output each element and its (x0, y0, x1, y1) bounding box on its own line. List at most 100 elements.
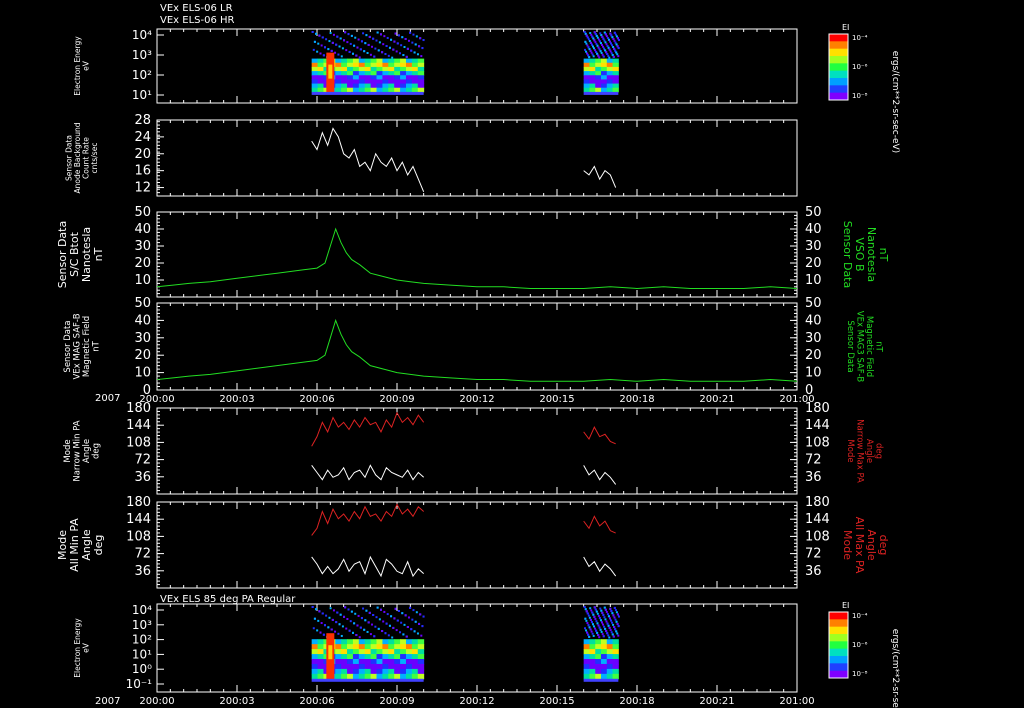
colorbar-0-label: EI (842, 23, 849, 32)
panel-3-x-tick-label: 200:18 (619, 394, 654, 405)
panel-6-x-tick-label: 200:09 (379, 696, 414, 707)
panel-0-heatmap-cell (606, 87, 614, 93)
panel-6-heatmap-cell (364, 654, 372, 660)
panel-4-right-label: Mode (845, 439, 855, 462)
panel-6-heatmap-cell (615, 630, 618, 633)
panel-0-heatmap-cell (586, 36, 589, 39)
colorbar-1-swatch (829, 663, 848, 672)
panel-6-heatmap-cell (613, 626, 616, 629)
panel-0-heatmap-cell (335, 87, 342, 93)
panel-6-heatmap-cell (370, 654, 378, 660)
panel-6-heatmap-cell (376, 654, 383, 660)
panel-3-y-tick-label: 20 (134, 348, 151, 363)
panel-0-heatmap-cell (608, 56, 611, 59)
panel-0-heatmap-cell (311, 79, 319, 85)
panel-0-heatmap-cell (352, 83, 360, 89)
panel-0-heatmap-cell (608, 40, 611, 43)
panel-0-heatmap-cell (606, 79, 614, 85)
panel-6-heatmap-cell (604, 608, 607, 611)
panel-0-heatmap-cell (611, 36, 614, 39)
panel-6-heatmap-cell (335, 668, 342, 675)
panel-6-heatmap-cell (595, 644, 602, 650)
panel-6-heatmap-cell (592, 634, 595, 637)
panel-6-heatmap-cell (388, 673, 395, 680)
panel-6-x-tick-label: 200:21 (699, 696, 734, 707)
panel-6-heatmap-cell (336, 611, 339, 614)
panel-6-heatmap-cell (612, 639, 619, 645)
panel-6-heatmap-cell (421, 625, 424, 628)
panel-0-heatmap-cell (319, 52, 322, 55)
panel-6-heatmap-cell (583, 644, 590, 650)
panel-6-heatmap-cell (589, 644, 596, 650)
panel-6-heatmap-cell (594, 618, 597, 621)
panel-6-heatmap-cell (400, 644, 407, 650)
panel-0-heatmap-cell (606, 83, 614, 89)
title-top-line1: VEx ELS-06 LR (160, 3, 233, 14)
panel-3-right-label: Magnetic Field (864, 316, 874, 377)
panel-6-heatmap-cell (382, 659, 389, 665)
panel-6-heatmap-cell (364, 663, 372, 670)
panel-0-heatmap-cell (605, 43, 608, 46)
panel-6-heatmap-cell (614, 609, 617, 612)
panel-6-heatmap-cell (347, 654, 354, 660)
panel-6-heatmap-cell (402, 633, 405, 636)
panel-6-heatmap-cell (317, 649, 324, 655)
panel-0-heatmap-cell (597, 38, 600, 41)
panel-6-heatmap-cell (317, 663, 324, 670)
panel-6-heatmap-cell (383, 610, 386, 613)
panel-0-heatmap-cell (370, 87, 378, 93)
panel-3-right-tick-label: 40 (805, 313, 822, 328)
panel-6-heatmap-cell (366, 630, 369, 633)
panel-5-right-label: Angle (865, 529, 878, 561)
panel-0-heatmap-cell (388, 62, 395, 68)
panel-6-heatmap-cell (606, 663, 614, 670)
panel-6-heatmap-cell (335, 649, 342, 655)
panel-5-right-tick-label: 72 (805, 547, 822, 562)
panel-6-heatmap-cell (595, 659, 602, 665)
panel-0-heatmap-cell (594, 49, 597, 52)
panel-6-heatmap-cell (587, 614, 590, 617)
panel-0-heatmap-cell (401, 36, 404, 39)
panel-6-heatmap-cell (590, 630, 593, 633)
panel-6-heatmap-cell (370, 644, 378, 650)
panel-0-heatmap-cell (364, 66, 372, 72)
panel-3-x-tick-label: 200:15 (539, 394, 574, 405)
panel-0-heatmap-cell (393, 40, 396, 43)
panel-6-heatmap-cell (417, 644, 425, 650)
panel-6-heatmap-cell (601, 621, 603, 624)
panel-2-right-tick-label: 40 (805, 222, 822, 237)
panel-0-heatmap-cell (383, 35, 386, 38)
panel-6-heatmap-cell (611, 612, 614, 615)
panel-0-heatmap-cell (601, 58, 608, 64)
panel-6-heatmap-cell (585, 629, 588, 632)
panel-0-heatmap-cell (405, 66, 413, 72)
panel-6-heatmap-cell (589, 618, 592, 621)
panel-0-heatmap-cell (376, 66, 383, 72)
panel-0-heatmap-cell (411, 87, 419, 93)
panel-0-heatmap-cell (336, 35, 339, 38)
panel-6-heatmap-cell (347, 663, 354, 670)
panel-0-heatmap-cell (596, 36, 599, 39)
panel-6-heatmap-cell (404, 614, 407, 617)
panel-6-heatmap-cell (341, 673, 348, 680)
panel-6-heatmap-cell (357, 614, 360, 617)
panel-6-heatmap-cell (382, 668, 389, 675)
panel-0-heatmap-cell (599, 42, 602, 45)
panel-6-heatmap-cell (382, 654, 389, 660)
panel-0-heatmap-cell (605, 51, 608, 54)
panel-6-heatmap-cell (583, 639, 590, 645)
colorbar-1-tick-label: 10⁻⁸ (852, 670, 868, 678)
panel-5-right-label: deg (877, 535, 890, 556)
panel-6-heatmap-cell (583, 663, 590, 670)
panel-0-heatmap-cell (388, 66, 395, 72)
panel-4-y-label: Angle (82, 439, 92, 463)
panel-6-heatmap-cell (588, 626, 591, 629)
panel-0-heatmap-cell (317, 71, 324, 76)
panel-0-heatmap-cell (395, 50, 398, 53)
panel-6-heatmap-cell (340, 634, 343, 637)
panel-6-heatmap-cell (391, 636, 394, 639)
panel-6-heatmap-cell (419, 613, 422, 616)
panel-0-heatmap-cell (348, 50, 351, 53)
panel-0-heatmap-cell (416, 53, 419, 56)
panel-0-heatmap-cell (335, 75, 342, 80)
